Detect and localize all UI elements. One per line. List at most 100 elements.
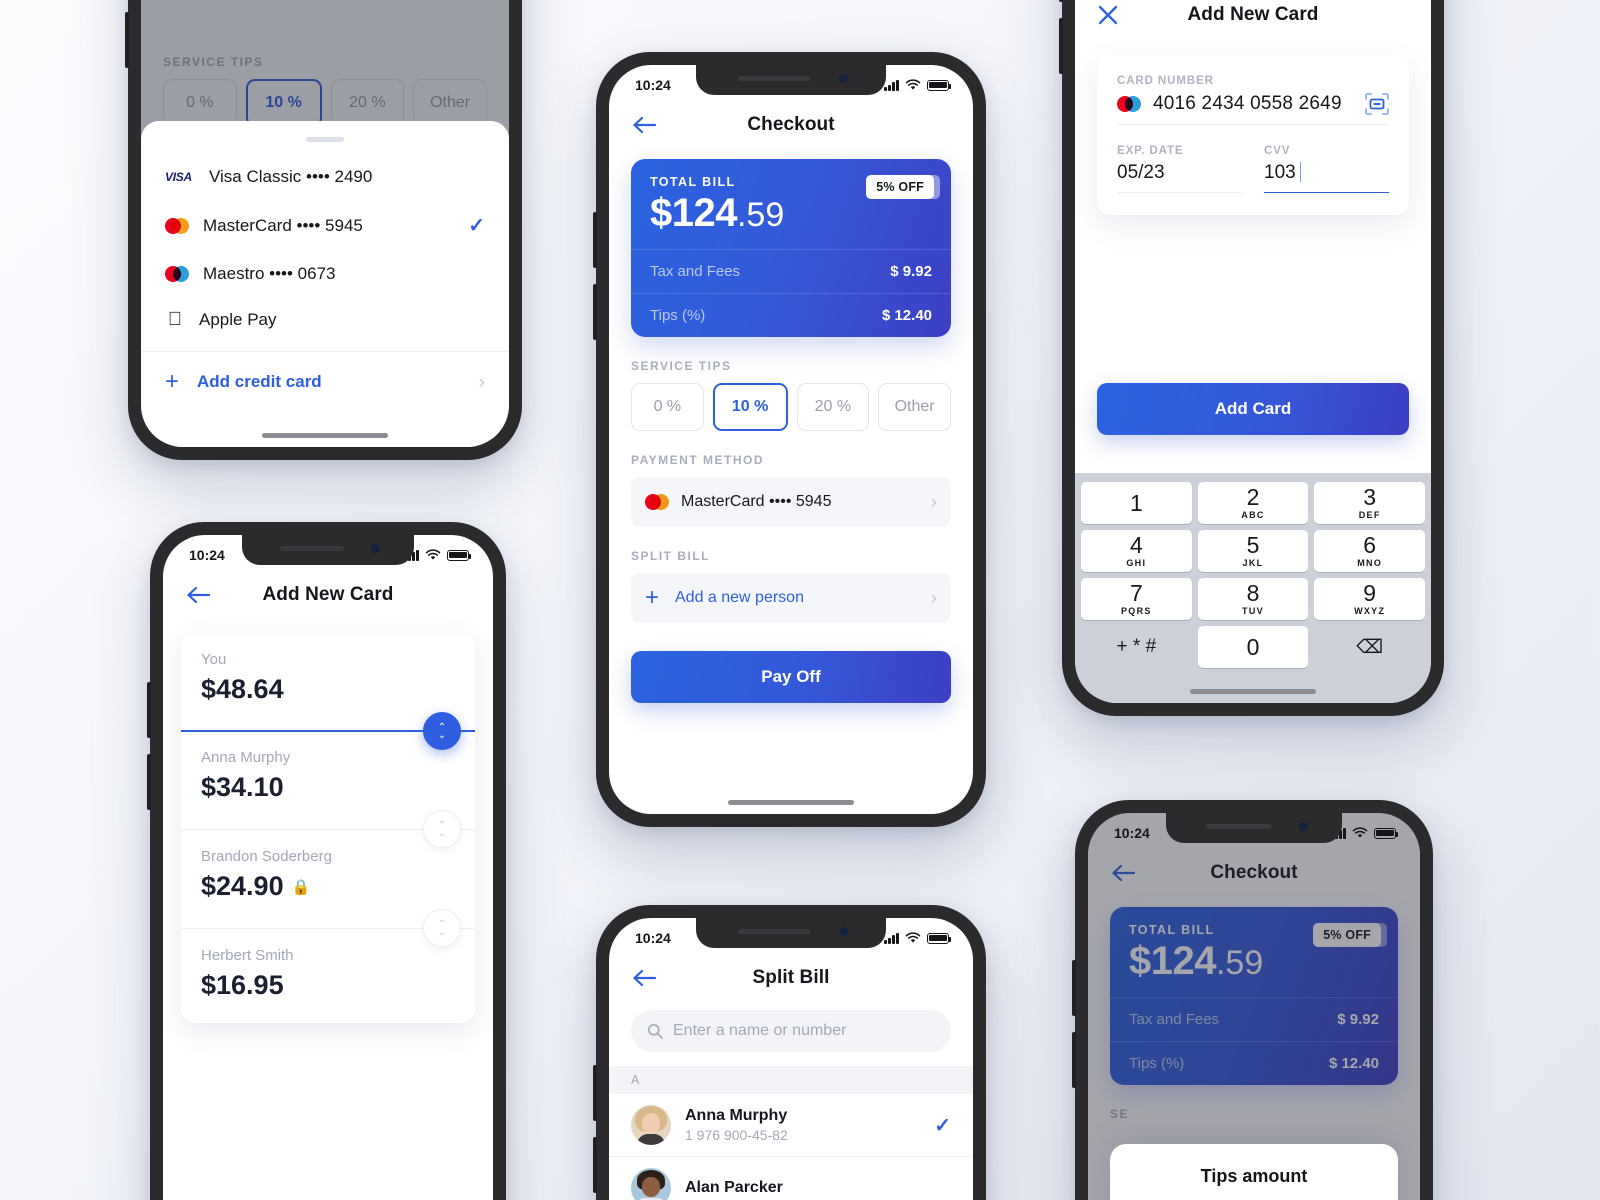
camera-icon (1299, 822, 1308, 831)
split-person-name: Anna Murphy (201, 749, 291, 766)
checkout-navbar: Checkout (609, 99, 973, 151)
key-6[interactable]: 6 MNO (1314, 530, 1426, 572)
close-button[interactable] (1097, 4, 1119, 26)
bill-row-label: Tax and Fees (650, 263, 741, 280)
battery-icon (447, 549, 472, 561)
key-8[interactable]: 8 TUV (1197, 578, 1309, 620)
keypad-row: 7 PQRS 8 TUV 9 WXYZ (1078, 575, 1428, 623)
speaker-icon (738, 76, 810, 81)
payment-option-apple-pay[interactable]:  Apple Pay (141, 297, 509, 343)
payment-method-sheet: VISA Visa Classic •••• 2490 MasterCard •… (141, 121, 509, 447)
payment-option-maestro[interactable]: Maestro •••• 0673 (141, 251, 509, 297)
home-indicator (262, 433, 388, 438)
key-7[interactable]: 7 PQRS (1081, 578, 1192, 620)
amount-stepper[interactable]: ⌃ ⌄ (423, 909, 461, 947)
total-bill-card: TOTAL BILL 5% OFF $124.59 Tax and Fees $… (631, 159, 951, 337)
mastercard-icon (165, 217, 189, 234)
speaker-icon (1206, 824, 1272, 829)
tip-option-other[interactable]: Other (878, 383, 951, 431)
tip-option-0[interactable]: 0 % (631, 383, 704, 431)
split-bill-navbar: Split Bill (609, 952, 973, 1004)
battery-icon (927, 932, 952, 944)
card-number-value: 4016 2434 0558 2649 (1153, 93, 1342, 114)
payment-method-row[interactable]: MasterCard •••• 5945 › (631, 477, 951, 527)
payment-option-visa[interactable]: VISA Visa Classic •••• 2490 (141, 154, 509, 200)
wifi-icon (905, 79, 921, 90)
payment-option-label: Maestro •••• 0673 (203, 264, 336, 283)
key-5[interactable]: 5 JKL (1197, 530, 1309, 572)
add-credit-card-label: Add credit card (197, 372, 322, 391)
cvv-value: 103 (1264, 162, 1296, 183)
screen-checkout: 10:24 Checkout TOTAL BILL 5% OFF $124.59… (609, 65, 973, 814)
card-number-label: CARD NUMBER (1117, 75, 1214, 87)
dialog-dimmer[interactable] (1088, 813, 1420, 1200)
lock-icon: 🔒 (291, 878, 311, 896)
contact-row-anna[interactable]: Anna Murphy 1 976 900-45-82 ✓ (609, 1094, 973, 1157)
bill-row-label: Tips (%) (650, 307, 706, 324)
exp-date-field[interactable]: EXP. DATE 05/23 (1117, 145, 1242, 193)
key-2[interactable]: 2 ABC (1197, 482, 1309, 524)
chevron-right-icon: › (478, 371, 485, 393)
scan-card-icon[interactable] (1365, 93, 1389, 115)
keypad-row: 1 2 ABC 3 DEF (1078, 479, 1428, 527)
wifi-icon (425, 549, 441, 560)
chevron-down-icon: ⌄ (437, 926, 447, 938)
notch (696, 918, 886, 948)
bill-row-tips: Tips (%) $ 12.40 (631, 293, 951, 337)
notch (242, 535, 414, 565)
sheet-grab-handle[interactable] (306, 137, 344, 142)
avatar (631, 1168, 671, 1200)
home-indicator (1190, 689, 1316, 694)
contact-row-alan[interactable]: Alan Parcker (609, 1157, 973, 1200)
back-button[interactable] (631, 967, 657, 989)
tip-option-20[interactable]: 20 % (796, 383, 870, 431)
back-button[interactable] (185, 584, 211, 606)
card-form: CARD NUMBER 4016 2434 0558 2649 EXP. DAT… (1097, 55, 1409, 215)
phone-split-bill: 10:24 Split Bill Enter a name or number … (593, 905, 986, 1200)
key-backspace[interactable]: ⌫ (1314, 626, 1425, 668)
payment-option-mastercard[interactable]: MasterCard •••• 5945 ✓ (141, 200, 509, 251)
text-caret (1299, 162, 1302, 182)
add-person-row[interactable]: + Add a new person › (631, 573, 951, 623)
amount-decimal: .59 (736, 196, 785, 234)
key-symbols[interactable]: + * # (1081, 626, 1192, 668)
add-card-button[interactable]: Add Card (1097, 383, 1409, 435)
split-person-amount: $48.64 (201, 674, 284, 704)
maestro-icon (165, 266, 189, 282)
tip-option-10[interactable]: 10 % (712, 383, 788, 431)
chevron-down-icon: ⌄ (437, 827, 447, 839)
amount-stepper[interactable]: ⌃ ⌄ (423, 810, 461, 848)
add-credit-card-row[interactable]: + Add credit card › (141, 351, 509, 407)
notch (1166, 813, 1342, 843)
key-9[interactable]: 9 WXYZ (1314, 578, 1426, 620)
tips-amount-dialog: Tips amount $ 15 (1110, 1144, 1398, 1200)
service-tips-label: SERVICE TIPS (631, 359, 732, 373)
payment-option-label: MasterCard •••• 5945 (203, 215, 363, 235)
pay-off-button[interactable]: Pay Off (631, 651, 951, 703)
amount-integer: $124 (650, 191, 737, 235)
split-row-you[interactable]: You $48.64 ⌃ ⌄ (181, 633, 475, 750)
camera-icon (839, 74, 848, 83)
phone-split-amounts: 10:24 Add New Card You $48.64 ⌃ ⌄ Anna M… (147, 522, 506, 1200)
chevron-right-icon: › (930, 491, 937, 513)
total-amount: $124.59 (650, 193, 932, 233)
numeric-keypad: 1 2 ABC 3 DEF 4 GHI 5 JKL 6 MNO 7 PQRS 8 TUV 9W… (1075, 473, 1431, 703)
search-icon (648, 1024, 663, 1039)
signal-icon (884, 79, 899, 91)
split-amounts-card: You $48.64 ⌃ ⌄ Anna Murphy $34.10 ⌃ ⌄ Br… (181, 633, 475, 1023)
key-1[interactable]: 1 (1081, 482, 1192, 524)
key-3[interactable]: 3 DEF (1314, 482, 1426, 524)
card-number-field[interactable]: 4016 2434 0558 2649 (1117, 87, 1389, 125)
keypad-row: + * # 0 ⌫ (1078, 623, 1428, 671)
key-4[interactable]: 4 GHI (1081, 530, 1192, 572)
search-input[interactable]: Enter a name or number (631, 1010, 951, 1052)
key-0[interactable]: 0 (1197, 626, 1309, 668)
page-title: Add New Card (262, 584, 394, 605)
check-icon: ✓ (934, 1114, 951, 1137)
cvv-field[interactable]: CVV 103 (1264, 145, 1389, 193)
speaker-icon (280, 546, 344, 551)
amount-stepper[interactable]: ⌃ ⌄ (423, 712, 461, 750)
page-title: Add New Card (1187, 4, 1319, 25)
plus-icon: + (165, 368, 180, 395)
back-button[interactable] (631, 114, 657, 136)
